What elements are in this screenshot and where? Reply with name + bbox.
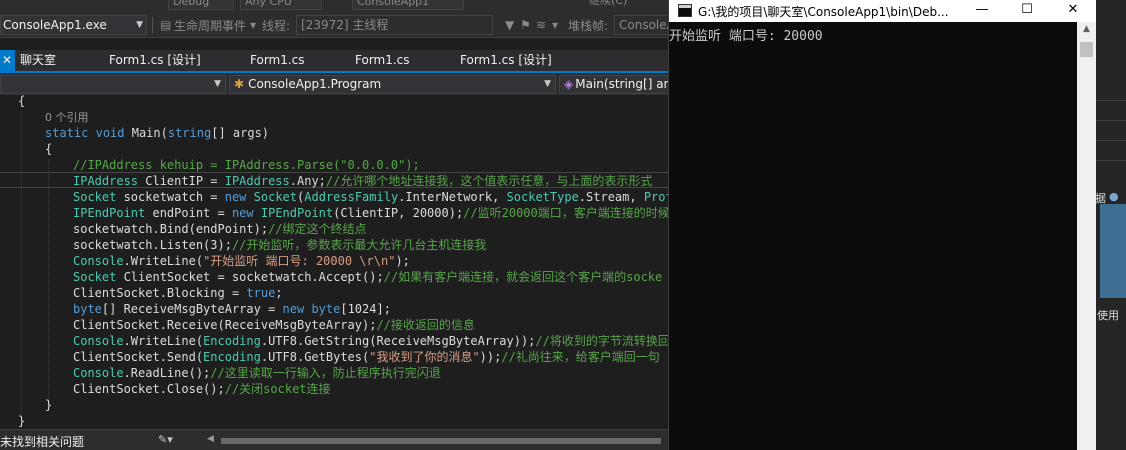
- tab-form1-cs[interactable]: Form1.cs: [246, 50, 341, 71]
- code-line: byte[] ReceiveMsgByteArray = new byte[10…: [73, 302, 391, 316]
- console-title: G:\我的项目\聊天室\ConsoleApp1\bin\Deb...: [698, 5, 949, 19]
- solution-platform-dropdown[interactable]: Any CPU: [240, 0, 322, 10]
- console-vertical-scrollbar[interactable]: ▲: [1077, 22, 1096, 450]
- panel-divider: [1095, 160, 1126, 161]
- code-line: {: [18, 95, 26, 108]
- tab-form1-design-2[interactable]: Form1.cs [设计]: [456, 50, 586, 71]
- thread-label: 线程:: [262, 19, 291, 33]
- toolbar-separator: [152, 17, 153, 33]
- class-icon: ✱: [234, 77, 245, 91]
- solution-config-dropdown[interactable]: Debug: [168, 0, 234, 10]
- code-line: ClientSocket.Send(Encoding.UTF8.GetBytes…: [73, 350, 660, 364]
- code-line: //IPAddress kehuip = IPAddress.Parse("0.…: [73, 158, 420, 172]
- code-line: }: [18, 414, 26, 428]
- thread-value: [23972] 主线程: [301, 18, 389, 32]
- panel-divider: [1095, 120, 1126, 121]
- class-dropdown[interactable]: ✱ ConsoleApp1.Program ▼: [229, 75, 556, 94]
- code-line: static void Main(string[] args): [45, 126, 270, 140]
- chevron-down-icon[interactable]: ▾: [552, 18, 558, 32]
- tab-form1-design[interactable]: Form1.cs [设计]: [105, 50, 235, 71]
- stack-frame-label: 堆栈帧:: [568, 19, 609, 33]
- flag-icon[interactable]: ⚑: [520, 18, 531, 32]
- document-tabs: ✕ 聊天室 Form1.cs [设计] Form1.cs Form1.cs Fo…: [0, 50, 700, 71]
- issues-status[interactable]: 未找到相关问题: [0, 433, 84, 450]
- editor-status-bar: 未找到相关问题 ✎▾ ◀: [0, 429, 668, 450]
- navigation-bar: ▼ ✱ ConsoleApp1.Program ▼ ◈ Main(string[] …: [0, 73, 700, 95]
- lifecycle-events-label[interactable]: 生命周期事件: [174, 17, 246, 34]
- panel-divider: [1095, 100, 1126, 101]
- code-line: ClientSocket.Receive(ReceiveMsgByteArray…: [73, 318, 475, 332]
- project-dropdown[interactable]: ▼: [0, 75, 226, 94]
- code-line: Socket socketwatch = new Socket(AddressF…: [73, 190, 668, 204]
- codelens-references[interactable]: 0 个引用: [45, 109, 89, 125]
- threads-icon[interactable]: ≋: [536, 18, 546, 32]
- code-line: ClientSocket.Close();//关闭socket连接: [73, 382, 331, 396]
- tab-label: Form1.cs [设计]: [109, 53, 201, 67]
- method-icon: ◈: [564, 77, 574, 91]
- filter-icon[interactable]: ▼: [505, 18, 514, 32]
- maximize-button[interactable]: ☐: [1004, 0, 1050, 22]
- console-app-icon: [678, 4, 692, 17]
- scrollbar-thumb[interactable]: [221, 438, 661, 444]
- scrollbar-thumb[interactable]: [1080, 42, 1093, 57]
- code-line: Console.ReadLine();//这里读取一行输入，防止程序执行完闪退: [73, 366, 441, 380]
- console-output-line: 开始监听 端口号: 20000: [669, 29, 823, 44]
- panel-label: 使用: [1097, 309, 1119, 322]
- panel-divider: [1095, 140, 1126, 141]
- tab-chatroom[interactable]: 聊天室: [16, 50, 96, 71]
- close-icon[interactable]: ✕: [2, 53, 12, 67]
- code-line: IPAddress ClientIP = IPAddress.Any;//允许哪…: [73, 174, 653, 188]
- selected-region: [1100, 204, 1126, 298]
- console-window: G:\我的项目\聊天室\ConsoleApp1\bin\Deb... — ☐ ✕…: [668, 0, 1096, 450]
- code-line: {: [45, 142, 53, 156]
- scroll-left-icon[interactable]: ◀: [207, 434, 214, 444]
- process-dropdown[interactable]: ConsoleApp1.exe ▼: [0, 15, 147, 35]
- tab-label: 聊天室: [20, 53, 57, 67]
- horizontal-scrollbar[interactable]: ◀: [207, 434, 668, 446]
- indent-guide: [48, 159, 49, 407]
- chevron-down-icon: ▼: [544, 79, 551, 89]
- console-output-area[interactable]: 开始监听 端口号: 20000: [669, 22, 1077, 450]
- tab-form1-cs-2[interactable]: Form1.cs: [351, 50, 446, 71]
- console-titlebar[interactable]: G:\我的项目\聊天室\ConsoleApp1\bin\Deb... — ☐ ✕: [669, 0, 1096, 22]
- code-editor[interactable]: { 0 个引用 static void Main(string[] args) …: [0, 95, 668, 429]
- standard-toolbar: Debug Any CPU ConsoleApp1 继续(C): [0, 0, 700, 12]
- tab-label: Form1.cs [设计]: [460, 53, 552, 67]
- code-line: Console.WriteLine("开始监听 端口号: 20000 \r\n"…: [73, 254, 410, 268]
- right-tool-panel: 据 ● 使用: [1095, 0, 1126, 450]
- continue-button[interactable]: 继续(C): [585, 0, 655, 10]
- chevron-down-icon[interactable]: ▾: [250, 18, 256, 32]
- code-line: socketwatch.Listen(3);//开始监听，参数表示最大允许几台主…: [73, 238, 487, 252]
- debug-location-toolbar: ConsoleApp1.exe ▼ ▤ 生命周期事件 ▾ 线程: [23972]…: [0, 12, 700, 38]
- code-line: socketwatch.Bind(endPoint);//绑定这个终结点: [73, 222, 367, 236]
- class-value: ConsoleApp1.Program: [248, 77, 382, 91]
- radio-icon[interactable]: ●: [1109, 190, 1119, 203]
- brush-icon[interactable]: ✎▾: [158, 433, 173, 446]
- tab-label: Form1.cs: [250, 53, 305, 67]
- close-button[interactable]: ✕: [1050, 0, 1096, 22]
- tab-label: Form1.cs: [355, 53, 410, 67]
- chevron-down-icon: ▼: [214, 79, 221, 89]
- minimize-button[interactable]: —: [959, 0, 1005, 22]
- lifecycle-events-icon[interactable]: ▤: [160, 18, 171, 32]
- process-value: ConsoleApp1.exe: [3, 18, 107, 32]
- code-line: Console.WriteLine(Encoding.UTF8.GetStrin…: [73, 334, 668, 348]
- tab-overflow[interactable]: ✕: [0, 50, 15, 71]
- code-line: Socket ClientSocket = socketwatch.Accept…: [73, 270, 663, 284]
- thread-dropdown[interactable]: [23972] 主线程: [296, 15, 493, 35]
- startup-project-dropdown[interactable]: ConsoleApp1: [352, 0, 464, 10]
- code-line: }: [45, 398, 53, 412]
- indent-guide: [21, 111, 22, 423]
- code-line: IPEndPoint endPoint = new IPEndPoint(Cli…: [73, 206, 668, 220]
- scroll-up-icon[interactable]: ▲: [1077, 24, 1096, 34]
- code-line: ClientSocket.Blocking = true;: [73, 286, 283, 300]
- chevron-down-icon: ▼: [136, 20, 143, 30]
